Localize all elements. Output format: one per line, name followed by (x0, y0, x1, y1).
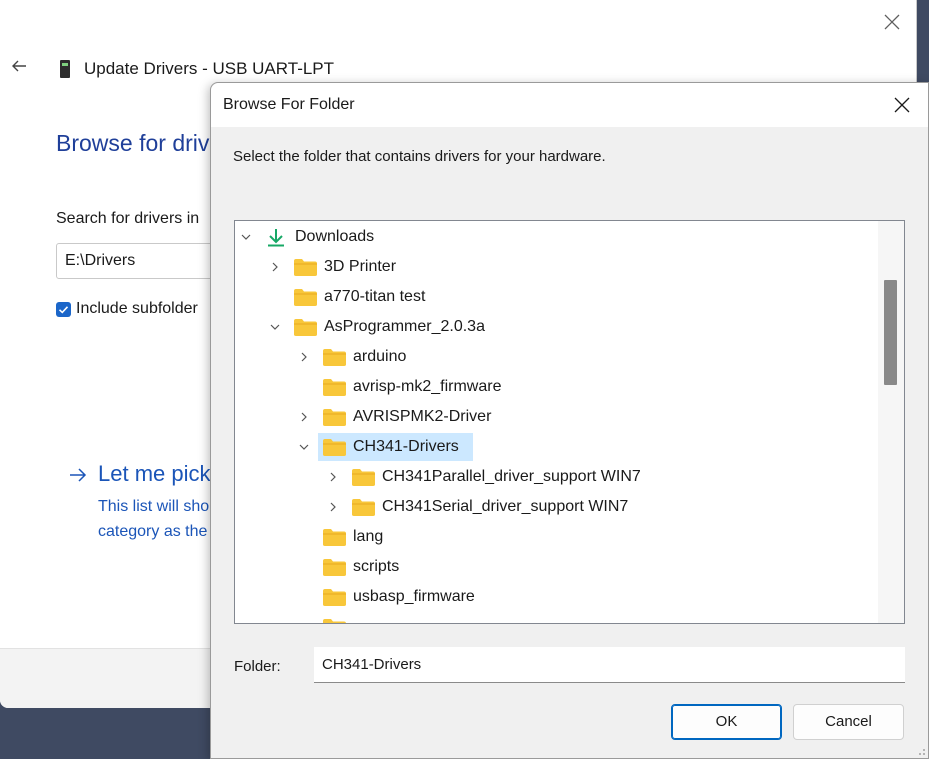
tree-item-label: scripts (353, 558, 400, 575)
browse-for-folder-dialog: Browse For Folder Select the folder that… (210, 82, 929, 759)
tree-item-label: CH341-Drivers (353, 438, 459, 455)
dialog-titlebar: Browse For Folder (211, 83, 928, 127)
folder-icon (323, 379, 346, 396)
tree-item[interactable]: CH341Parallel_driver_support WIN7 (235, 462, 875, 492)
tree-item[interactable]: arduino (235, 342, 875, 372)
folder-icon (323, 619, 346, 623)
folder-icon (294, 259, 317, 276)
tree-item[interactable]: avrisp-mk2_firmware (235, 372, 875, 402)
include-subfolders-label: Include subfolder (76, 300, 198, 317)
folder-input[interactable] (314, 647, 905, 683)
folder-icon (323, 589, 346, 606)
folder-icon (323, 529, 346, 546)
tree-item[interactable]: usbasp_firmware (235, 582, 875, 612)
tree-item[interactable]: AVRISPMK2-Driver (235, 402, 875, 432)
back-arrow-icon[interactable] (9, 56, 29, 76)
dialog-prompt: Select the folder that contains drivers … (233, 148, 606, 165)
folder-icon (352, 499, 375, 516)
tree-item[interactable]: CH341Serial_driver_support WIN7 (235, 492, 875, 522)
tree-item[interactable]: scripts (235, 552, 875, 582)
tree-item[interactable] (235, 612, 875, 623)
chevron-down-icon[interactable] (270, 322, 280, 332)
tree-item-label: arduino (353, 348, 407, 365)
let-me-pick-link[interactable]: Let me pick (98, 461, 211, 487)
arrow-right-icon (70, 468, 87, 482)
include-subfolders-checkbox[interactable] (56, 302, 71, 317)
tree-item[interactable]: a770-titan test (235, 282, 875, 312)
usb-device-icon (60, 60, 70, 78)
tree-item-label: AsProgrammer_2.0.3a (324, 318, 485, 335)
download-arrow-icon (268, 229, 284, 247)
folder-icon (294, 289, 317, 306)
folder-icon (323, 349, 346, 366)
chevron-right-icon[interactable] (270, 262, 280, 272)
folder-icon (323, 409, 346, 426)
resize-grip-icon[interactable] (913, 743, 927, 757)
tree-item[interactable]: AsProgrammer_2.0.3a (235, 312, 875, 342)
chevron-down-icon[interactable] (241, 232, 251, 242)
tree-item-label: CH341Serial_driver_support WIN7 (382, 498, 629, 515)
page-heading: Browse for drive (56, 130, 223, 156)
tree-item-label: avrisp-mk2_firmware (353, 378, 502, 395)
close-icon[interactable] (891, 94, 913, 116)
tree-item[interactable]: lang (235, 522, 875, 552)
chevron-right-icon[interactable] (299, 412, 309, 422)
checkmark-icon (58, 306, 69, 314)
folder-label: Folder: (234, 658, 281, 675)
tree-item-label: lang (353, 528, 384, 545)
folder-tree[interactable]: Downloads 3D Printer a770-titan test AsProg… (234, 220, 905, 624)
close-icon[interactable] (878, 8, 906, 36)
tree-item-label: CH341Parallel_driver_support WIN7 (382, 468, 641, 485)
scrollbar-thumb[interactable] (884, 280, 897, 385)
folder-icon (294, 319, 317, 336)
chevron-right-icon[interactable] (299, 352, 309, 362)
tree-item-label: AVRISPMK2-Driver (353, 408, 492, 425)
search-location-label: Search for drivers in (56, 210, 200, 227)
tree-item-label: 3D Printer (324, 258, 397, 275)
folder-icon (323, 439, 346, 456)
chevron-down-icon[interactable] (299, 442, 309, 452)
tree-item-label: a770-titan test (324, 288, 426, 305)
tree-item[interactable]: 3D Printer (235, 252, 875, 282)
cancel-button[interactable]: Cancel (793, 704, 904, 740)
chevron-right-icon[interactable] (328, 502, 338, 512)
ok-button[interactable]: OK (671, 704, 782, 740)
tree-item-label: usbasp_firmware (353, 588, 475, 605)
tree-item[interactable]: Downloads (235, 222, 875, 252)
tree-item[interactable]: CH341-Drivers (235, 432, 875, 462)
folder-icon (323, 559, 346, 576)
tree-item-label: Downloads (295, 228, 375, 245)
folder-icon (352, 469, 375, 486)
window-title: Update Drivers - USB UART-LPT (84, 59, 335, 78)
dialog-title: Browse For Folder (223, 96, 355, 113)
chevron-right-icon[interactable] (328, 472, 338, 482)
